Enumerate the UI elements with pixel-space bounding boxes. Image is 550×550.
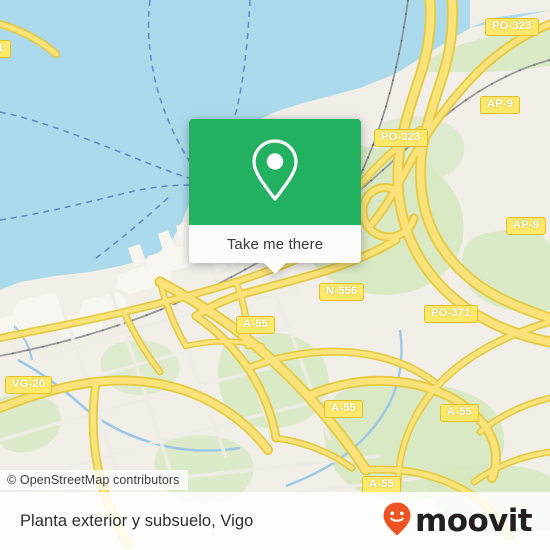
road-shield: A-55 xyxy=(324,400,364,418)
road-shield: A-55 xyxy=(236,316,276,334)
road-shield: 51 xyxy=(0,40,11,58)
bottom-bar: Planta exterior y subsuelo, Vigo moovit xyxy=(0,492,550,550)
road-shield: PO-323 xyxy=(374,129,428,147)
road-shield: AP-9 xyxy=(506,217,547,235)
map-attribution[interactable]: © OpenStreetMap contributors xyxy=(0,470,188,490)
road-shield: PO-323 xyxy=(485,18,539,36)
take-me-there-label: Take me there xyxy=(226,235,324,253)
road-shield: VG-20 xyxy=(5,376,53,394)
moovit-logo[interactable]: moovit xyxy=(382,501,533,542)
road-shield: PO-371 xyxy=(424,305,478,323)
road-shield: A-55 xyxy=(440,404,480,422)
map-canvas[interactable]: 51 PO-323 AP-9 PO-323 AP-9 N-556 A-55 PO-371 VG-… xyxy=(0,0,550,550)
map-vector-layer xyxy=(0,0,550,550)
callout-action-area[interactable]: Take me there xyxy=(189,225,361,274)
place-title: Planta exterior y subsuelo, Vigo xyxy=(20,511,254,530)
callout-tail xyxy=(264,263,286,274)
take-me-there-callout[interactable]: Take me there xyxy=(189,119,361,274)
road-shield: N-556 xyxy=(319,283,365,301)
moovit-wordmark: moovit xyxy=(415,502,533,539)
attribution-text: © OpenStreetMap contributors xyxy=(7,473,180,487)
moovit-pin-icon xyxy=(382,501,412,542)
moovit-map-screenshot: { "app": { "brand_name": "moovit", "bran… xyxy=(0,0,550,550)
location-pin-icon xyxy=(249,137,301,208)
callout-icon-area xyxy=(189,119,361,225)
road-shield: AP-9 xyxy=(480,96,521,114)
